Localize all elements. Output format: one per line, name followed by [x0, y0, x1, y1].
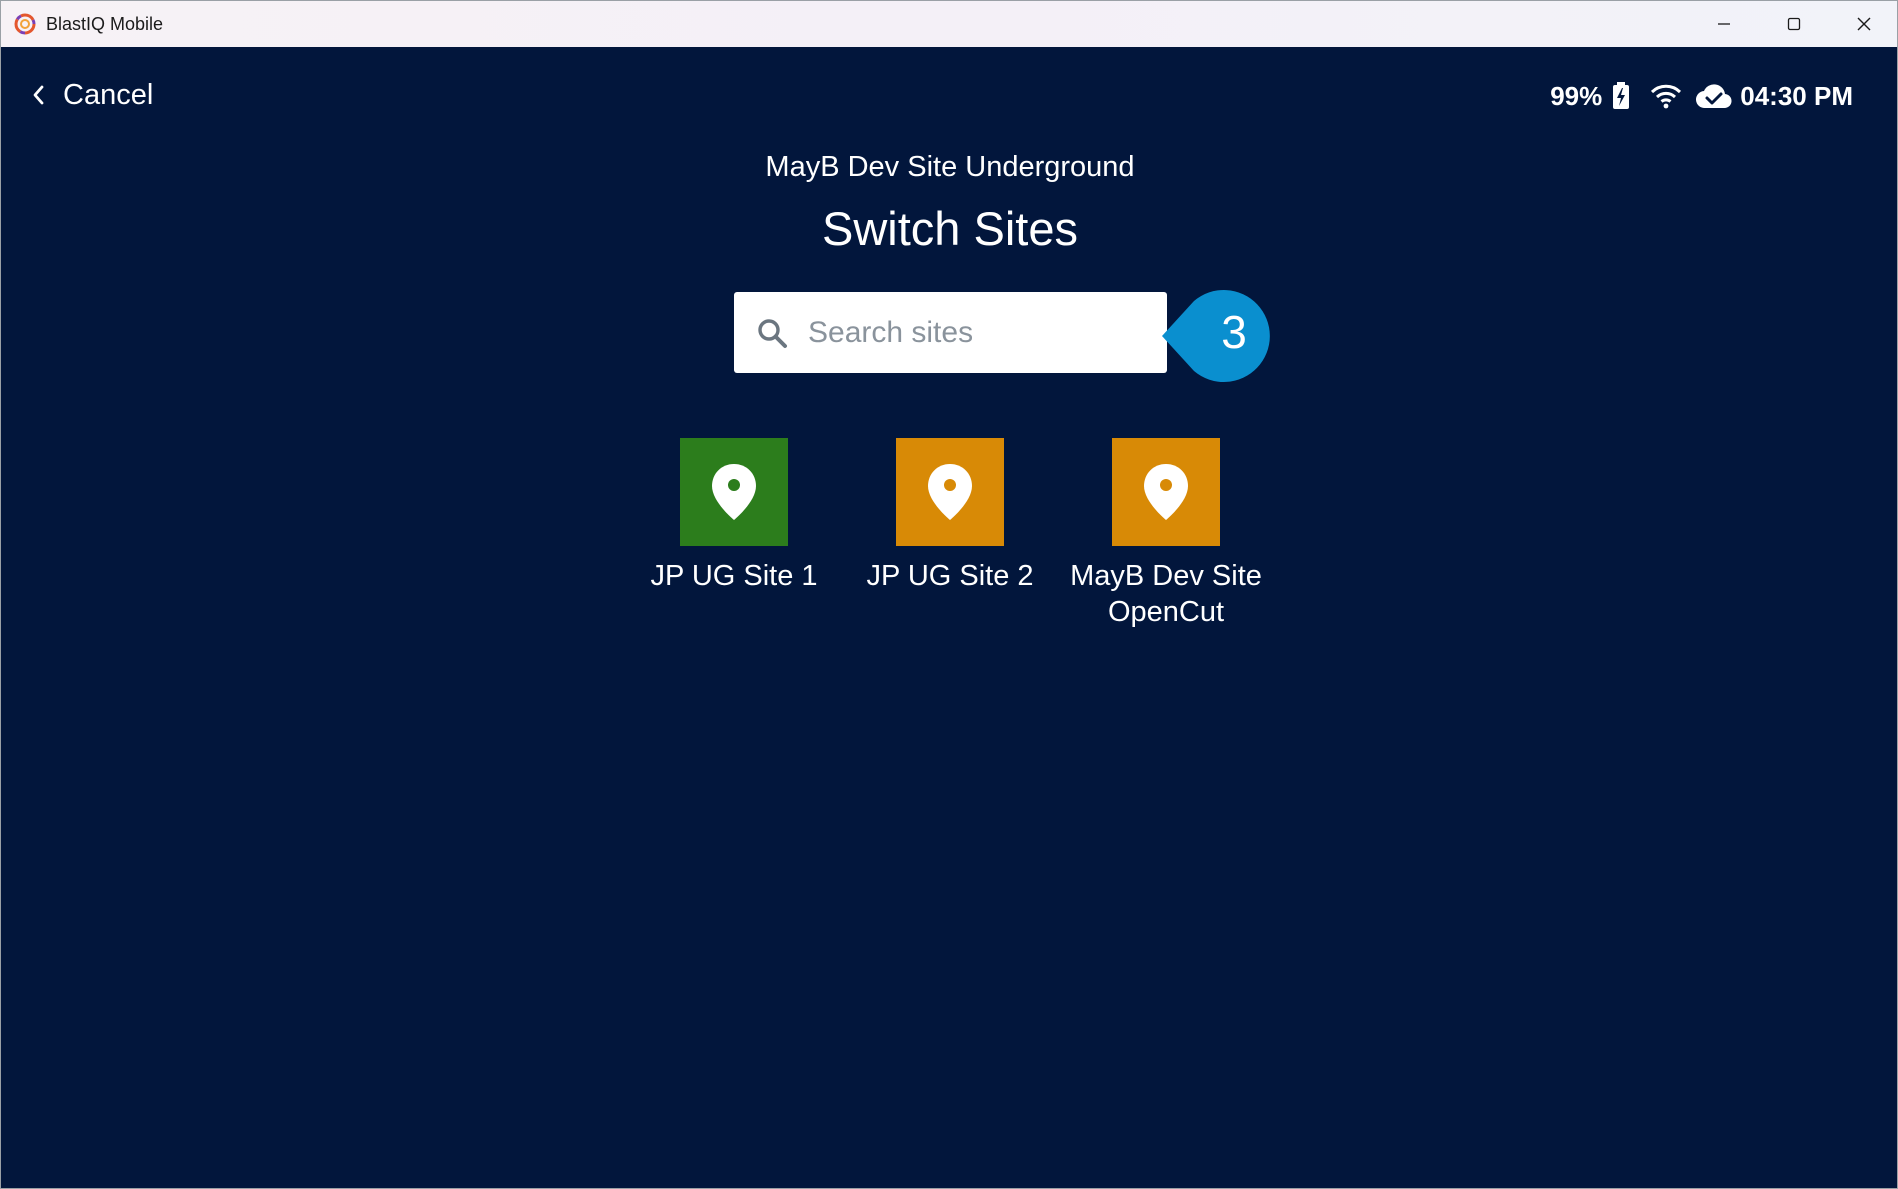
maximize-button[interactable]: [1759, 1, 1829, 47]
search-box[interactable]: [734, 292, 1167, 373]
site-tile-jp-ug-site-2[interactable]: JP UG Site 2: [840, 438, 1060, 594]
site-tile-mayb-dev-site-opencut[interactable]: MayB Dev Site OpenCut: [1056, 438, 1276, 630]
chevron-left-icon: [33, 85, 44, 105]
current-site-name: MayB Dev Site Underground: [765, 151, 1135, 183]
map-pin-icon: [1144, 464, 1188, 520]
map-pin-icon: [712, 464, 756, 520]
cloud-done-icon: [1696, 84, 1732, 109]
status-bar: 99% 04:30 PM: [1550, 79, 1853, 113]
cancel-label: Cancel: [63, 78, 154, 111]
site-icon-tile: [896, 438, 1004, 546]
battery-charging-icon: [1613, 82, 1630, 109]
cancel-button[interactable]: Cancel: [31, 77, 153, 113]
title-bar: BlastIQ Mobile: [1, 1, 1897, 47]
wifi-icon: [1651, 84, 1682, 109]
site-tile-jp-ug-site-1[interactable]: JP UG Site 1: [624, 438, 844, 594]
search-icon: [758, 319, 787, 348]
app-window: BlastIQ Mobile Cancel 99% 04:30 PM MayB …: [0, 0, 1898, 1189]
map-pin-icon: [928, 464, 972, 520]
search-input[interactable]: [808, 292, 1158, 373]
site-tile-label: JP UG Site 1: [650, 560, 818, 592]
site-icon-tile: [680, 438, 788, 546]
switch-sites-screen: Cancel 99% 04:30 PM MayB Dev Site Underg…: [1, 47, 1897, 1188]
site-tile-label: JP UG Site 2: [866, 560, 1034, 592]
close-button[interactable]: [1829, 1, 1897, 47]
battery-percentage: 99%: [1550, 80, 1603, 111]
minimize-button[interactable]: [1689, 1, 1759, 47]
maximize-icon: [1787, 17, 1801, 31]
close-icon: [1857, 17, 1871, 31]
page-title: Switch Sites: [822, 202, 1078, 255]
site-icon-tile: [1112, 438, 1220, 546]
clock-time: 04:30 PM: [1740, 80, 1853, 111]
blastiq-logo-icon: [14, 13, 36, 35]
site-tile-label: MayB Dev Site OpenCut: [1070, 560, 1262, 628]
step-callout-number: 3: [1221, 306, 1247, 358]
minimize-icon: [1718, 23, 1730, 25]
window-title: BlastIQ Mobile: [46, 14, 164, 34]
